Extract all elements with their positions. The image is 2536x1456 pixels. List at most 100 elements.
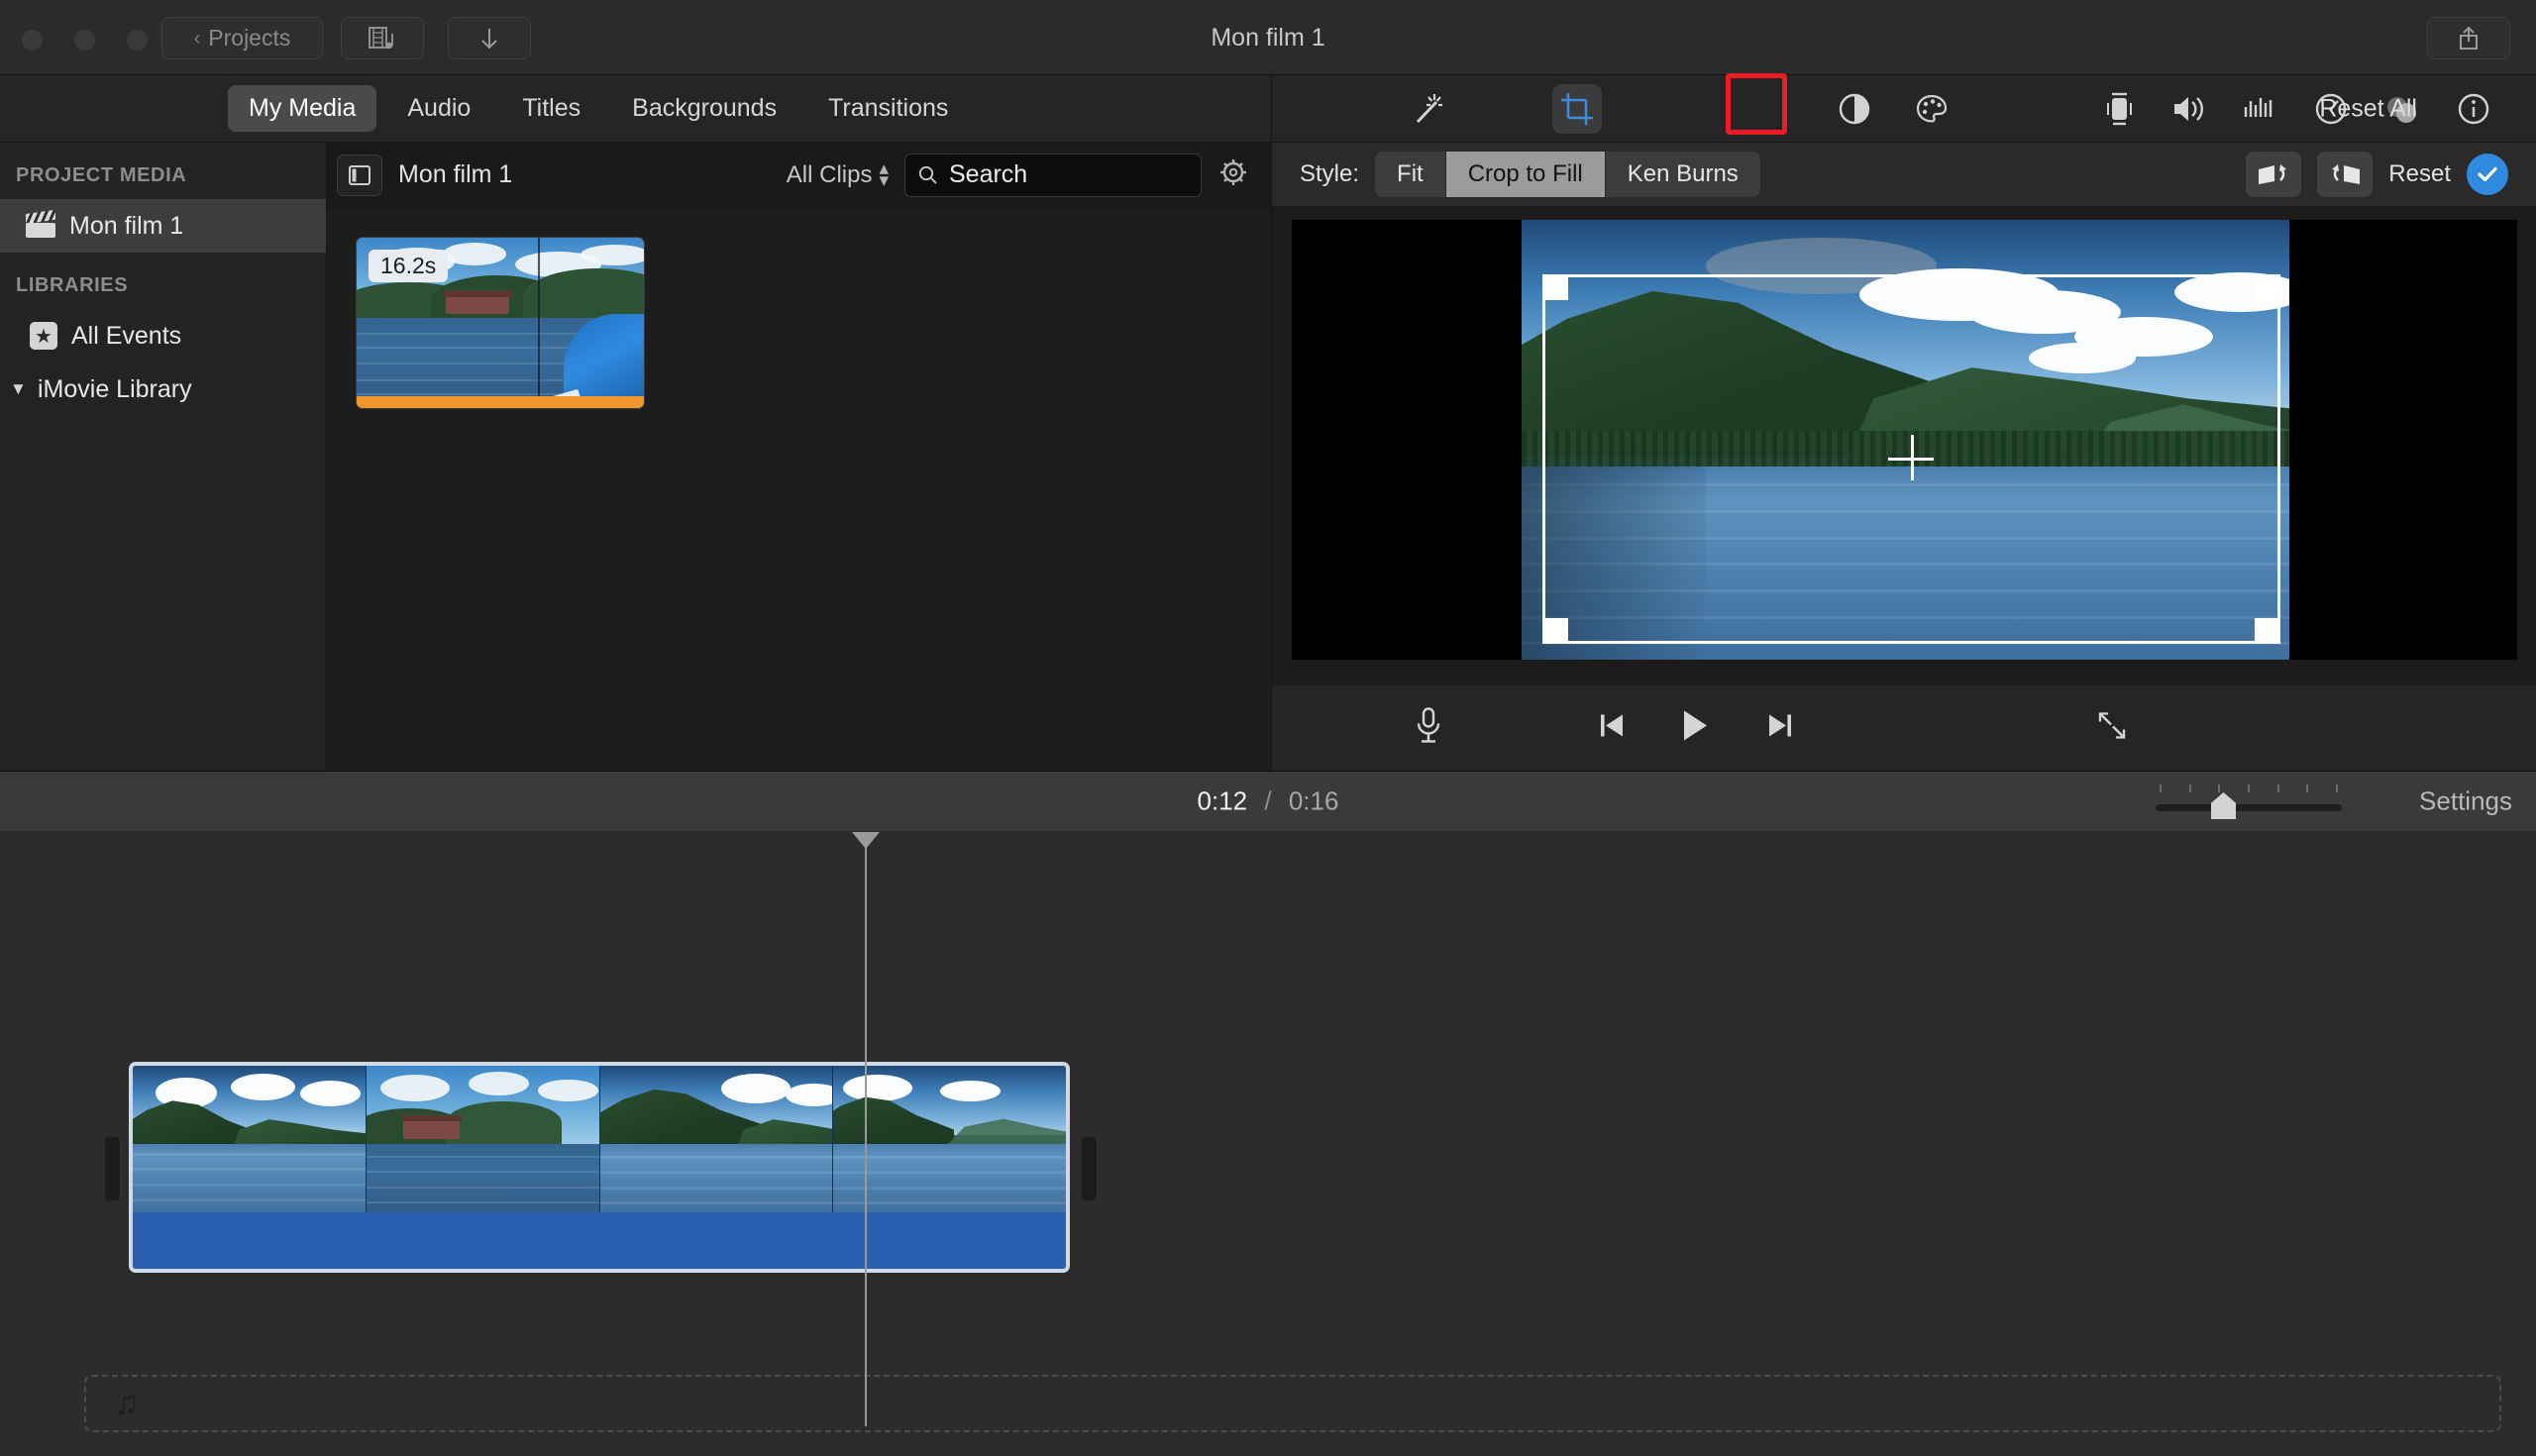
search-input[interactable]: Search <box>904 153 1202 197</box>
clip-filter-label: All Clips <box>786 160 873 188</box>
sidebar-item-imovie-library[interactable]: ▼ iMovie Library <box>0 363 326 416</box>
timeline-frame <box>833 1066 1066 1216</box>
rotate-clockwise-button[interactable] <box>2317 152 2374 197</box>
rotate-counterclockwise-button[interactable] <box>2246 152 2302 197</box>
playhead[interactable] <box>852 832 880 1426</box>
sidebar-toggle-button[interactable] <box>337 154 382 196</box>
clip-trim-handle-right[interactable] <box>1082 1137 1097 1200</box>
viewer-controls <box>1271 685 2536 771</box>
clapperboard-icon <box>26 209 55 238</box>
music-note-icon: ♫ <box>114 1384 140 1422</box>
clip-filter-dropdown[interactable]: All Clips ▴ ▾ <box>786 157 889 191</box>
sidebar-item-mon-film-1[interactable]: Mon film 1 <box>0 199 326 253</box>
browser-body: 16.2s <box>327 208 1271 771</box>
style-option-ken-burns[interactable]: Ken Burns <box>1606 152 1760 197</box>
fullscreen-icon <box>2098 712 2126 739</box>
share-icon <box>2460 26 2478 50</box>
timeline-header: 0:12 / 0:16 Settings <box>0 771 2536 832</box>
skip-to-end-icon <box>1769 714 1791 737</box>
playhead-marker-icon <box>852 832 880 849</box>
viewer-stage[interactable] <box>1292 220 2517 660</box>
imovie-window: ‹ Projects Mon film 1 My Media Audio Tit… <box>0 0 2536 1456</box>
clip-selection-bar <box>357 396 644 408</box>
skip-to-start-button[interactable] <box>1595 709 1629 748</box>
tab-audio[interactable]: Audio <box>386 85 491 132</box>
clip-frame-divider <box>537 238 540 408</box>
crop-handle-bottom-left[interactable] <box>1542 618 1568 644</box>
sidebar-toggle-icon <box>349 164 370 185</box>
tab-titles[interactable]: Titles <box>501 85 601 132</box>
color-balance-icon[interactable] <box>1827 81 1882 137</box>
timeline-zoom-slider[interactable] <box>2156 784 2342 819</box>
voiceover-button[interactable] <box>1412 704 1445 753</box>
rotate-clockwise-icon <box>2332 164 2361 184</box>
timeline-settings-button[interactable]: Settings <box>2419 786 2512 817</box>
zoom-slider-track[interactable] <box>2156 804 2342 811</box>
fullscreen-button[interactable] <box>2094 708 2130 749</box>
sidebar: PROJECT MEDIA Mon film 1 LIBRARIES ★ All… <box>0 143 327 771</box>
clip-duration-badge: 16.2s <box>369 250 449 282</box>
crop-style-segmented-control: Fit Crop to Fill Ken Burns <box>1375 152 1760 197</box>
info-icon[interactable] <box>2446 81 2501 137</box>
zoom-slider-handle[interactable] <box>2211 792 2236 819</box>
style-label: Style: <box>1300 160 1360 187</box>
crop-handle-top-right[interactable] <box>2255 274 2280 300</box>
video-preview-image <box>1522 220 2289 660</box>
browser-settings-button[interactable] <box>1217 156 1249 193</box>
tab-transitions[interactable]: Transitions <box>807 85 969 132</box>
media-browser: Mon film 1 All Clips ▴ ▾ Search 16.2s <box>327 143 1271 771</box>
skip-to-end-button[interactable] <box>1763 709 1797 748</box>
color-correction-icon[interactable] <box>1904 81 1959 137</box>
disclosure-triangle-icon[interactable]: ▼ <box>10 379 28 399</box>
sidebar-header-libraries: LIBRARIES <box>16 274 129 296</box>
crop-reset-button[interactable]: Reset <box>2388 160 2451 188</box>
crop-handle-bottom-right[interactable] <box>2255 618 2280 644</box>
timeline-clip-frames <box>133 1066 1066 1216</box>
tab-my-media[interactable]: My Media <box>228 85 377 132</box>
title-bar: ‹ Projects Mon film 1 <box>0 0 2536 75</box>
play-button[interactable] <box>1674 706 1714 751</box>
total-time: 0:16 <box>1288 785 1339 816</box>
reset-all-button[interactable]: Reset All <box>2319 94 2417 123</box>
inspector-toolbar: Reset All <box>1271 75 2536 143</box>
crop-style-bar: Style: Fit Crop to Fill Ken Burns Reset <box>1271 143 2536 206</box>
timeline-video-clip[interactable] <box>129 1062 1070 1273</box>
timeline-clip-audio-track[interactable] <box>133 1212 1066 1269</box>
volume-icon[interactable] <box>2161 81 2216 137</box>
window-title: Mon film 1 <box>1211 24 1325 52</box>
style-option-fit[interactable]: Fit <box>1375 152 1446 197</box>
timeline-frame <box>133 1066 367 1216</box>
rotate-counterclockwise-icon <box>2259 164 2287 184</box>
tab-backgrounds[interactable]: Backgrounds <box>611 85 797 132</box>
share-button[interactable] <box>2427 17 2510 59</box>
media-clip-thumbnail[interactable]: 16.2s <box>357 238 644 408</box>
sidebar-item-all-events[interactable]: ★ All Events <box>0 309 326 363</box>
search-placeholder: Search <box>949 160 1028 188</box>
skip-to-start-icon <box>1601 714 1623 737</box>
time-separator: / <box>1264 785 1272 816</box>
media-tab-bar: My Media Audio Titles Backgrounds Transi… <box>0 75 1271 143</box>
star-icon: ★ <box>30 322 57 350</box>
checkmark-icon <box>2478 166 2497 182</box>
sidebar-item-label: All Events <box>71 321 182 350</box>
style-option-crop-to-fill[interactable]: Crop to Fill <box>1445 152 1606 197</box>
timeline-frame <box>599 1066 834 1216</box>
crop-handle-top-left[interactable] <box>1542 274 1568 300</box>
sidebar-item-label: Mon film 1 <box>69 211 184 240</box>
sidebar-item-label: iMovie Library <box>38 374 192 403</box>
music-drop-zone[interactable]: ♫ <box>84 1375 2501 1432</box>
stabilization-icon[interactable] <box>2091 81 2147 137</box>
timeline-frame <box>366 1066 600 1216</box>
zoom-slider-ticks <box>2156 784 2342 794</box>
magic-wand-icon[interactable] <box>1401 81 1456 137</box>
up-down-chevron-icon: ▴ ▾ <box>879 157 889 191</box>
noise-reduction-icon[interactable] <box>2232 81 2287 137</box>
current-time: 0:12 <box>1197 785 1248 816</box>
voiceover-icon <box>1417 707 1440 743</box>
play-icon <box>1684 710 1707 741</box>
browser-header: Mon film 1 All Clips ▴ ▾ Search <box>327 143 1271 208</box>
apply-crop-button[interactable] <box>2467 154 2508 195</box>
search-icon <box>918 165 937 184</box>
crop-icon[interactable] <box>1552 83 1602 134</box>
clip-trim-handle-left[interactable] <box>105 1137 120 1200</box>
